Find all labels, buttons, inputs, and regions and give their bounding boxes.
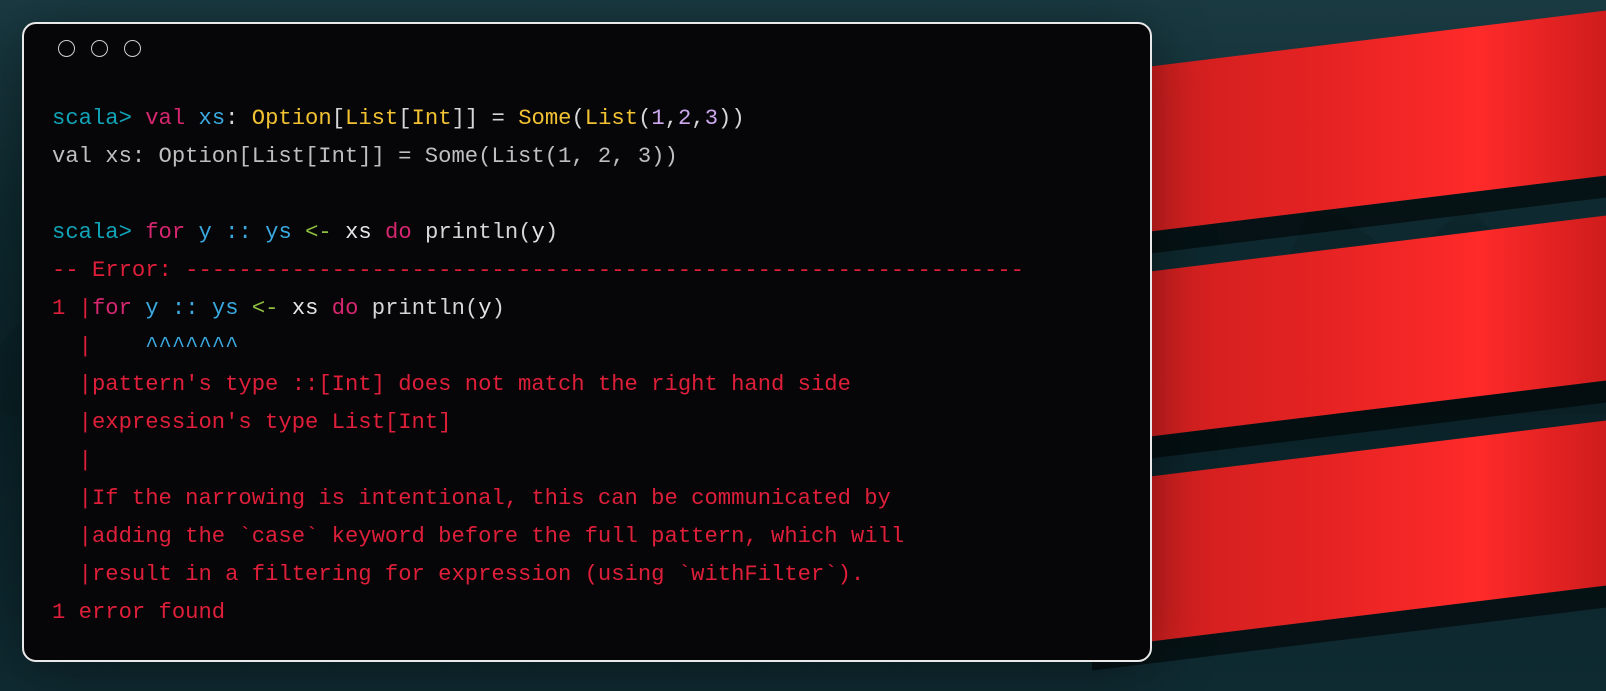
ctor-some: Some [518, 106, 571, 131]
cons-operator: :: [225, 220, 252, 245]
paren: ) [731, 106, 744, 131]
paren: ( [571, 106, 584, 131]
error-bar: | [79, 448, 92, 473]
error-lineno: 1 [52, 296, 65, 321]
bracket: ] [465, 106, 478, 131]
ident-xs: xs [292, 296, 319, 321]
left-arrow: <- [305, 220, 332, 245]
arg-y: y [532, 220, 545, 245]
left-arrow: <- [252, 296, 279, 321]
keyword-do: do [385, 220, 412, 245]
window-close-icon[interactable] [58, 40, 75, 57]
error-caret: ^^^^^^^ [145, 334, 238, 359]
ident-xs: xs [199, 106, 226, 131]
scala-logo-icon [1086, 30, 1606, 670]
paren: ) [492, 296, 505, 321]
ident-ys: ys [265, 220, 292, 245]
terminal-window: scala> val xs: Option[List[Int]] = Some(… [22, 22, 1152, 662]
ident-y: y [199, 220, 212, 245]
equals: = [492, 106, 505, 131]
fn-println: println [372, 296, 465, 321]
window-maximize-icon[interactable] [124, 40, 141, 57]
window-titlebar [24, 24, 1150, 72]
paren: ( [518, 220, 531, 245]
error-header-prefix: -- Error: [52, 258, 185, 283]
literal-2: 2 [678, 106, 691, 131]
keyword-val: val [145, 106, 185, 131]
comma: , [691, 106, 704, 131]
window-minimize-icon[interactable] [91, 40, 108, 57]
repl-prompt: scala> [52, 220, 132, 245]
type-list: List [345, 106, 398, 131]
keyword-do: do [332, 296, 359, 321]
error-bar: | [79, 334, 92, 359]
bracket: [ [398, 106, 411, 131]
cons-operator: :: [172, 296, 199, 321]
literal-3: 3 [705, 106, 718, 131]
keyword-for: for [145, 220, 185, 245]
colon: : [225, 106, 238, 131]
repl-prompt: scala> [52, 106, 132, 131]
paren: ( [638, 106, 651, 131]
caret-indent [92, 334, 145, 359]
literal-1: 1 [651, 106, 664, 131]
ident-ys: ys [212, 296, 239, 321]
error-msg-line: If the narrowing is intentional, this ca… [92, 486, 891, 511]
bracket: ] [452, 106, 465, 131]
ident-y: y [145, 296, 158, 321]
ident-xs: xs [345, 220, 372, 245]
error-bar: | [79, 524, 92, 549]
error-msg-line: adding the `case` keyword before the ful… [92, 524, 904, 549]
comma: , [665, 106, 678, 131]
paren: ( [465, 296, 478, 321]
error-bar: | [79, 486, 92, 511]
error-bar: | [79, 296, 92, 321]
error-bar: | [79, 562, 92, 587]
paren: ) [545, 220, 558, 245]
error-bar: | [79, 410, 92, 435]
bracket: [ [332, 106, 345, 131]
arg-y: y [478, 296, 491, 321]
terminal-output[interactable]: scala> val xs: Option[List[Int]] = Some(… [24, 72, 1150, 660]
error-msg-line: pattern's type ::[Int] does not match th… [92, 372, 851, 397]
ctor-list: List [585, 106, 638, 131]
error-header-dashes: ----------------------------------------… [185, 258, 1024, 283]
fn-println: println [425, 220, 518, 245]
type-int: Int [412, 106, 452, 131]
paren: ) [718, 106, 731, 131]
error-msg-line: result in a filtering for expression (us… [92, 562, 864, 587]
repl-result-line: val xs: Option[List[Int]] = Some(List(1,… [52, 144, 678, 169]
type-option: Option [252, 106, 332, 131]
keyword-for: for [92, 296, 132, 321]
error-bar: | [79, 372, 92, 397]
error-msg-line: expression's type List[Int] [92, 410, 452, 435]
error-footer: 1 error found [52, 600, 225, 625]
